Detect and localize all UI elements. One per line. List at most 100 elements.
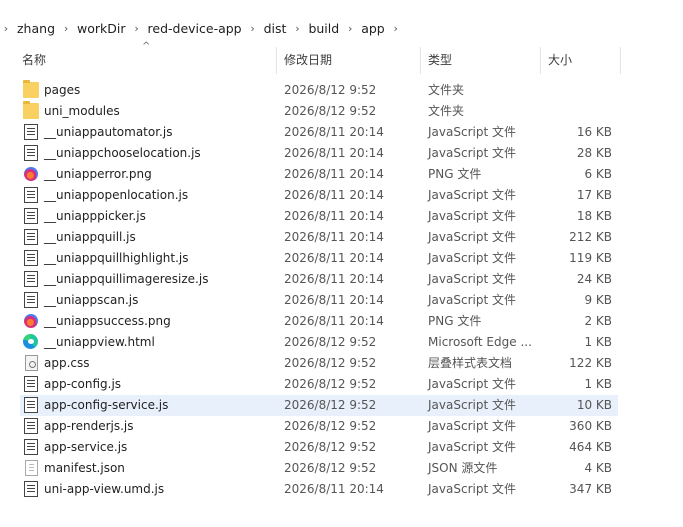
file-modified-date: 2026/8/11 20:14 xyxy=(284,251,384,265)
breadcrumb: › zhang › workDir › red-device-app › dist › build… xyxy=(0,14,683,42)
file-row[interactable]: uni_modules 2026/8/12 9:52 文件夹 xyxy=(20,101,618,122)
file-type: JavaScript 文件 xyxy=(428,482,516,496)
file-row[interactable]: app-config-service.js 2026/8/12 9:52 JavaS… xyxy=(20,395,618,416)
column-divider[interactable] xyxy=(540,47,541,74)
breadcrumb-item[interactable]: dist xyxy=(264,21,287,36)
css-file-icon xyxy=(25,355,38,371)
javascript-file-icon xyxy=(24,250,38,266)
file-row[interactable]: app-renderjs.js 2026/8/12 9:52 JavaScript … xyxy=(20,416,618,437)
chevron-right-icon[interactable]: › xyxy=(132,22,142,35)
file-modified-date: 2026/8/12 9:52 xyxy=(284,83,377,97)
file-row[interactable]: __uniappsuccess.png 2026/8/11 20:14 PNG 文件… xyxy=(20,311,618,332)
file-type: JavaScript 文件 xyxy=(428,146,516,160)
javascript-file-icon xyxy=(24,481,38,497)
file-size: 122 KB xyxy=(569,356,612,370)
chevron-right-icon[interactable]: › xyxy=(292,22,302,35)
file-row[interactable]: __uniapperror.png 2026/8/11 20:14 PNG 文件 6 … xyxy=(20,164,618,185)
file-modified-date: 2026/8/11 20:14 xyxy=(284,314,384,328)
file-name: __uniappopenlocation.js xyxy=(44,188,189,202)
file-row[interactable]: __uniappautomator.js 2026/8/11 20:14 JavaS… xyxy=(20,122,618,143)
file-row[interactable]: app-config.js 2026/8/12 9:52 JavaScript 文件… xyxy=(20,374,618,395)
chevron-right-icon[interactable]: › xyxy=(61,22,71,35)
file-modified-date: 2026/8/12 9:52 xyxy=(284,335,377,349)
file-size: 464 KB xyxy=(569,440,612,454)
chevron-right-icon[interactable]: › xyxy=(1,22,11,35)
file-size: 16 KB xyxy=(576,125,612,139)
file-type: JavaScript 文件 xyxy=(428,419,516,433)
breadcrumb-item[interactable]: app xyxy=(361,21,385,36)
file-name: app-config-service.js xyxy=(44,398,169,412)
file-row[interactable]: app.css 2026/8/12 9:52 层叠样式表文档 122 KB xyxy=(20,353,618,374)
file-name: __uniappscan.js xyxy=(44,293,139,307)
chevron-right-icon[interactable]: › xyxy=(391,22,401,35)
file-row[interactable]: __uniapppicker.js 2026/8/11 20:14 JavaScri… xyxy=(20,206,618,227)
file-name: pages xyxy=(44,83,81,97)
chevron-right-icon[interactable]: › xyxy=(345,22,355,35)
file-type: JavaScript 文件 xyxy=(428,398,516,412)
file-size: 24 KB xyxy=(576,272,612,286)
file-size: 17 KB xyxy=(576,188,612,202)
file-size: 10 KB xyxy=(576,398,612,412)
file-modified-date: 2026/8/12 9:52 xyxy=(284,377,377,391)
file-size: 18 KB xyxy=(576,209,612,223)
file-type: 文件夹 xyxy=(428,104,465,118)
column-header-size[interactable]: 大小 xyxy=(544,45,620,76)
column-header-type[interactable]: 类型 xyxy=(424,45,538,76)
sort-ascending-icon: ^ xyxy=(142,41,151,52)
file-size: 1 KB xyxy=(584,377,612,391)
file-type: JavaScript 文件 xyxy=(428,188,516,202)
file-modified-date: 2026/8/11 20:14 xyxy=(284,188,384,202)
breadcrumb-item[interactable]: build xyxy=(308,21,339,36)
javascript-file-icon xyxy=(24,397,38,413)
file-row[interactable]: __uniappquill.js 2026/8/11 20:14 JavaScrip… xyxy=(20,227,618,248)
breadcrumb-item[interactable]: workDir xyxy=(77,21,126,36)
file-modified-date: 2026/8/11 20:14 xyxy=(284,272,384,286)
breadcrumb-item[interactable]: red-device-app xyxy=(148,21,242,36)
file-row[interactable]: __uniappquillhighlight.js 2026/8/11 20:14… xyxy=(20,248,618,269)
file-name: __uniappquillimageresize.js xyxy=(44,272,209,286)
file-size: 360 KB xyxy=(569,419,612,433)
column-divider[interactable] xyxy=(276,47,277,74)
column-divider[interactable] xyxy=(620,47,621,74)
file-row[interactable]: __uniappscan.js 2026/8/11 20:14 JavaScript… xyxy=(20,290,618,311)
javascript-file-icon xyxy=(24,229,38,245)
file-type: JSON 源文件 xyxy=(428,461,498,475)
javascript-file-icon xyxy=(24,187,38,203)
file-modified-date: 2026/8/11 20:14 xyxy=(284,167,384,181)
file-size: 4 KB xyxy=(584,461,612,475)
javascript-file-icon xyxy=(24,439,38,455)
breadcrumb-item[interactable]: zhang xyxy=(17,21,55,36)
file-name: app-config.js xyxy=(44,377,122,391)
file-modified-date: 2026/8/11 20:14 xyxy=(284,293,384,307)
javascript-file-icon xyxy=(24,292,38,308)
folder-icon xyxy=(23,80,39,98)
file-row[interactable]: __uniappopenlocation.js 2026/8/11 20:14 Ja… xyxy=(20,185,618,206)
file-row[interactable]: pages 2026/8/12 9:52 文件夹 xyxy=(20,80,618,101)
file-name: uni_modules xyxy=(44,104,120,118)
file-modified-date: 2026/8/12 9:52 xyxy=(284,104,377,118)
png-file-icon xyxy=(24,314,38,328)
file-modified-date: 2026/8/11 20:14 xyxy=(284,146,384,160)
chevron-right-icon[interactable]: › xyxy=(248,22,258,35)
file-name: __uniappquill.js xyxy=(44,230,136,244)
file-size: 212 KB xyxy=(569,230,612,244)
file-modified-date: 2026/8/11 20:14 xyxy=(284,125,384,139)
file-name: __uniappchooselocation.js xyxy=(44,146,201,160)
file-row[interactable]: __uniappview.html 2026/8/12 9:52 Microsoft… xyxy=(20,332,618,353)
file-row[interactable]: manifest.json 2026/8/12 9:52 JSON 源文件 4 KB xyxy=(20,458,618,479)
file-row[interactable]: __uniappchooselocation.js 2026/8/11 20:14… xyxy=(20,143,618,164)
file-type: JavaScript 文件 xyxy=(428,230,516,244)
column-header-date[interactable]: 修改日期 xyxy=(280,45,418,76)
file-modified-date: 2026/8/11 20:14 xyxy=(284,482,384,496)
file-name: __uniappview.html xyxy=(44,335,155,349)
file-row[interactable]: uni-app-view.umd.js 2026/8/11 20:14 JavaSc… xyxy=(20,479,618,500)
edge-html-icon xyxy=(23,334,38,349)
column-divider[interactable] xyxy=(420,47,421,74)
file-type: JavaScript 文件 xyxy=(428,440,516,454)
file-modified-date: 2026/8/12 9:52 xyxy=(284,419,377,433)
file-row[interactable]: __uniappquillimageresize.js 2026/8/11 20:… xyxy=(20,269,618,290)
file-row[interactable]: app-service.js 2026/8/12 9:52 JavaScript 文… xyxy=(20,437,618,458)
file-modified-date: 2026/8/11 20:14 xyxy=(284,209,384,223)
file-size: 9 KB xyxy=(584,293,612,307)
file-name: app.css xyxy=(44,356,90,370)
